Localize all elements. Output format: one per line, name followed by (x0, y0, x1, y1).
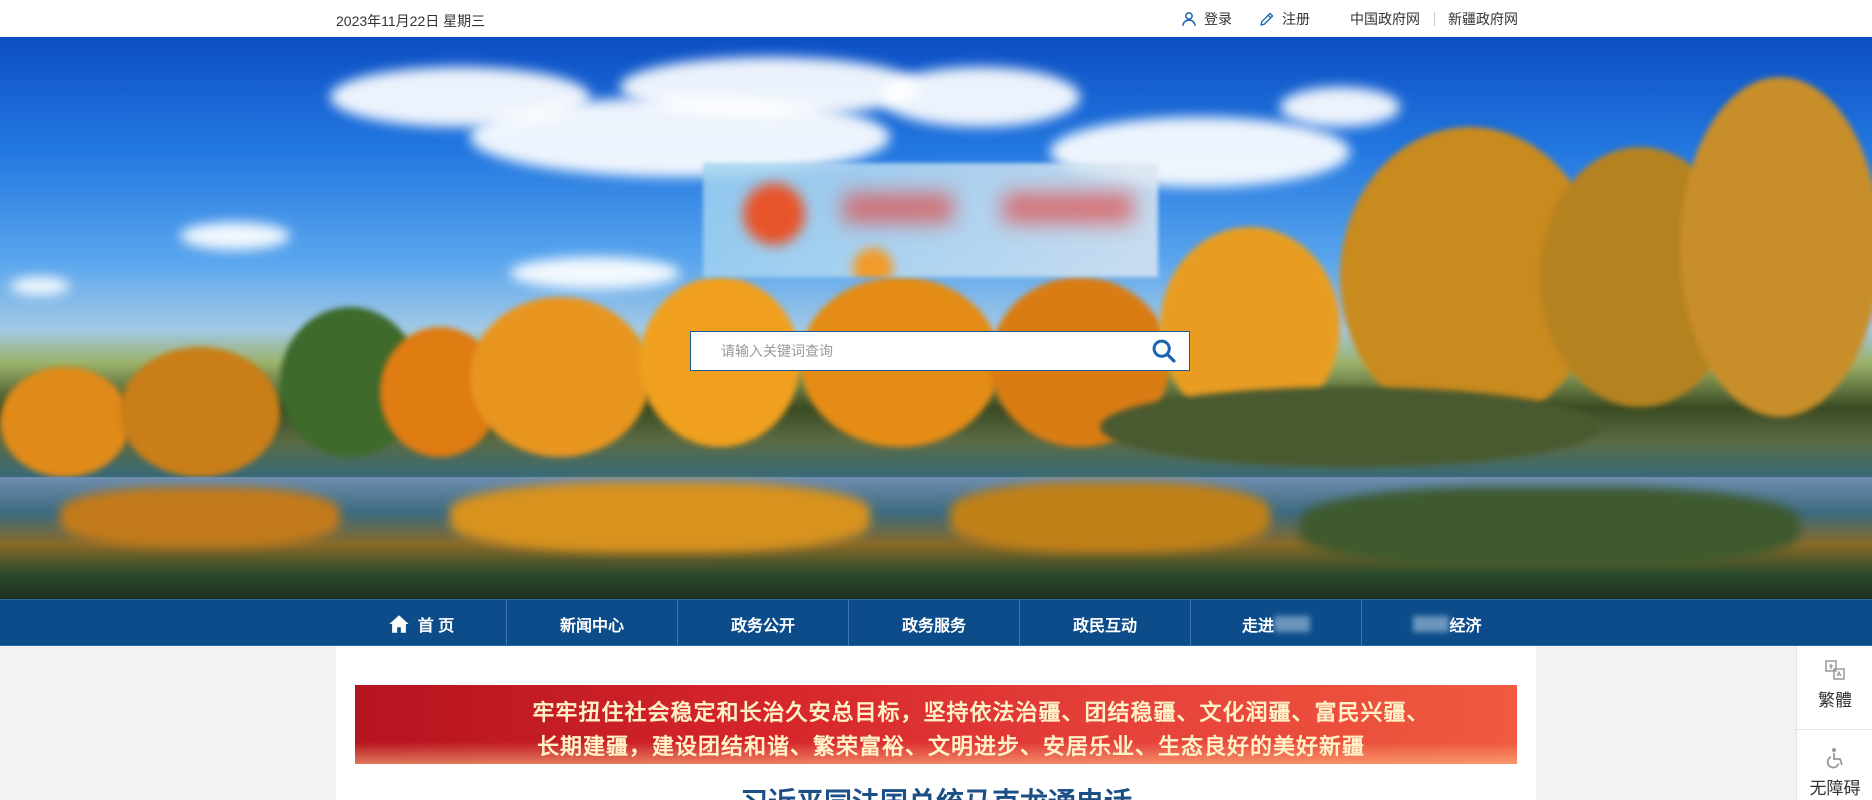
banner-cloud (10, 277, 70, 295)
wheelchair-icon (1826, 748, 1843, 769)
water-reflection (60, 487, 340, 547)
nav-label: 新闻中心 (559, 617, 624, 635)
nav-about-region[interactable]: 走进 (1191, 600, 1362, 647)
china-gov-link[interactable]: 中国政府网 (1350, 9, 1420, 29)
home-icon (389, 614, 409, 633)
slogan-line-2: 长期建疆，建设团结和谐、繁荣富裕、文明进步、安居乐业、生态良好的美好新疆 (536, 734, 1365, 759)
search-input[interactable] (691, 332, 1139, 370)
register-label: 注册 (1282, 11, 1310, 27)
hero-banner (0, 37, 1872, 599)
banner-tree (0, 367, 130, 477)
nav-label: 政务公开 (730, 617, 795, 635)
site-logo[interactable] (703, 163, 1158, 277)
water-reflection (450, 482, 870, 552)
banner-cloud (620, 57, 920, 117)
top-bar: 2023年11月22日 星期三 登录 注册 中国政府网 新疆政府网 (0, 0, 1872, 37)
banner-cloud (1280, 87, 1400, 127)
pen-icon (1260, 12, 1274, 26)
banner-tree (470, 297, 650, 457)
water-reflection (1300, 487, 1800, 567)
banner-tree (1680, 77, 1872, 417)
nav-label: 经济 (1449, 617, 1482, 635)
traditional-label: 繁體 (1818, 691, 1852, 710)
redacted-text (1274, 615, 1310, 632)
headline-link[interactable]: 习近平同法国总统马克龙通电话 (336, 786, 1536, 800)
search-icon (1152, 339, 1176, 363)
search-box (690, 331, 1190, 371)
nav-home[interactable]: 首 页 (336, 600, 507, 647)
login-link[interactable]: 登录 (1180, 9, 1232, 29)
main-content: 牢牢扭住社会稳定和长治久安总目标，坚持依法治疆、团结稳疆、文化润疆、富民兴疆、 … (336, 646, 1536, 800)
nav-economy[interactable]: 经济 (1362, 600, 1533, 647)
login-label: 登录 (1204, 11, 1232, 27)
search-button[interactable] (1139, 332, 1189, 370)
link-divider (1434, 12, 1435, 26)
nav-label: 政务服务 (901, 617, 966, 635)
banner-tree (120, 347, 280, 477)
water-reflection (950, 482, 1270, 552)
xinjiang-gov-link[interactable]: 新疆政府网 (1448, 9, 1518, 29)
banner-shrubs (1100, 387, 1600, 467)
traditional-chinese-button[interactable]: 繁體 (1797, 658, 1872, 730)
accessibility-label: 无障碍 (1809, 779, 1861, 798)
right-sidebar: 繁體 无障碍 (1796, 646, 1872, 800)
slogan-line-1: 牢牢扭住社会稳定和长治久安总目标，坚持依法治疆、团结稳疆、文化润疆、富民兴疆、 (532, 700, 1430, 725)
redacted-text (1413, 615, 1450, 632)
nav-label: 走进 (1241, 617, 1274, 635)
slogan-banner[interactable]: 牢牢扭住社会稳定和长治久安总目标，坚持依法治疆、团结稳疆、文化润疆、富民兴疆、 … (355, 685, 1517, 764)
nav-news-center[interactable]: 新闻中心 (507, 600, 678, 647)
main-nav: 首 页 新闻中心 政务公开 政务服务 政民互动 走进 经济 (0, 599, 1872, 647)
register-link[interactable]: 注册 (1258, 9, 1310, 29)
accessibility-button[interactable]: 无障碍 (1797, 746, 1872, 800)
translate-icon (1825, 660, 1845, 680)
banner-cloud (180, 222, 290, 250)
banner-water (0, 477, 1872, 599)
current-date: 2023年11月22日 星期三 (336, 13, 486, 29)
emblem-icon (743, 183, 805, 245)
nav-interaction[interactable]: 政民互动 (1020, 600, 1191, 647)
top-links: 登录 注册 中国政府网 新疆政府网 (1180, 9, 1518, 29)
nav-label: 首 页 (417, 617, 455, 635)
nav-gov-services[interactable]: 政务服务 (849, 600, 1020, 647)
nav-gov-affairs-open[interactable]: 政务公开 (678, 600, 849, 647)
nav-label: 政民互动 (1072, 617, 1137, 635)
user-icon (1182, 12, 1196, 26)
banner-cloud (880, 67, 1080, 127)
banner-cloud (510, 257, 680, 289)
